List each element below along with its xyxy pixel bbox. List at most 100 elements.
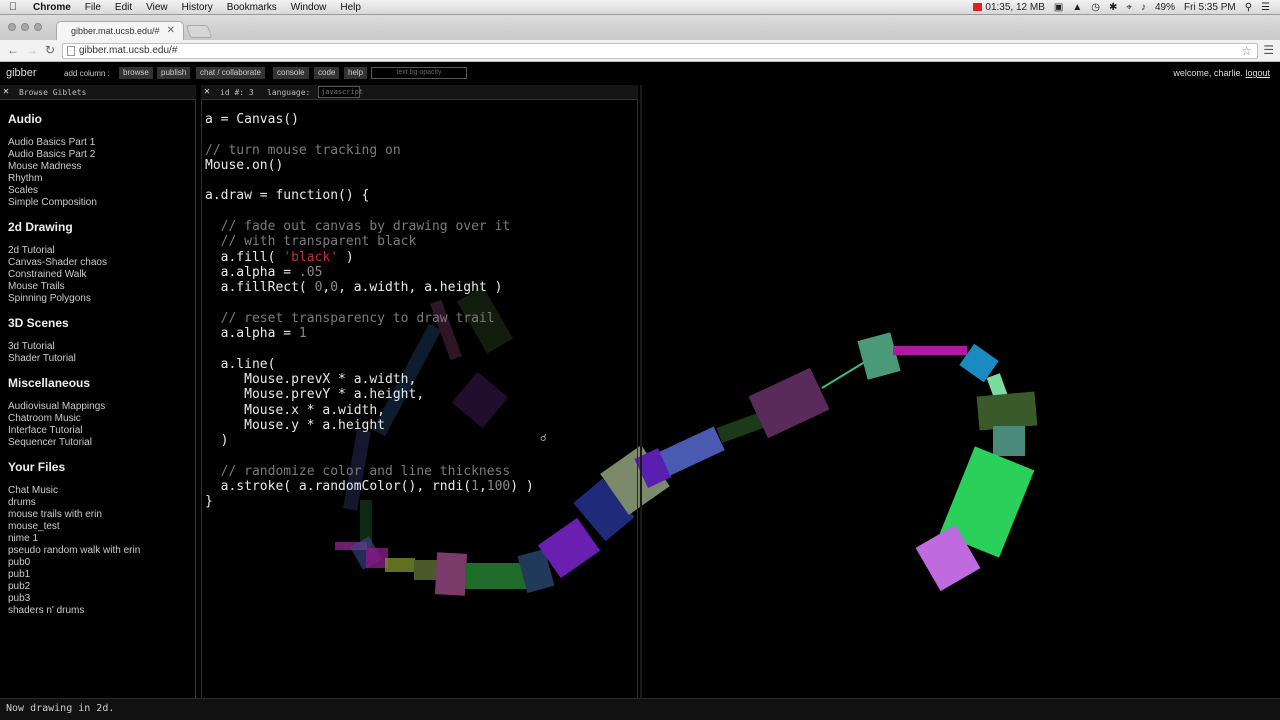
address-bar[interactable]: gibber.mat.ucsb.edu/# ☆ [62, 43, 1258, 59]
code-line[interactable]: // with transparent black [205, 234, 534, 249]
menu-file[interactable]: File [78, 2, 108, 13]
code-token: a.stroke( a.randomColor(), rndi( [205, 479, 472, 495]
code-line[interactable]: Mouse.y * a.height [205, 418, 534, 433]
code-button[interactable]: code [314, 67, 340, 79]
apple-icon[interactable]:  [0, 1, 26, 13]
close-editor-column-icon[interactable]: ✕ [204, 86, 210, 97]
code-token: // turn mouse tracking on [205, 142, 401, 158]
new-tab-button[interactable] [185, 25, 213, 38]
code-line[interactable]: a.fill( 'black' ) [205, 250, 534, 265]
code-token: a.draw = function() { [205, 188, 370, 204]
code-token: 1 [298, 326, 307, 342]
time-machine-icon[interactable]: ◷ [1091, 2, 1100, 13]
recording-status[interactable]: 01:35, 12 MB [973, 2, 1045, 13]
chat-collaborate-button[interactable]: chat / collaborate [196, 67, 265, 79]
code-line[interactable]: // turn mouse tracking on [205, 143, 534, 158]
publish-button[interactable]: publish [157, 67, 191, 79]
browse-button[interactable]: browse [119, 67, 153, 79]
code-token: } [205, 494, 213, 510]
menu-history[interactable]: History [175, 2, 220, 13]
code-line[interactable]: Mouse.prevY * a.height, [205, 387, 534, 402]
back-icon[interactable]: ← [7, 43, 19, 57]
code-line[interactable]: // fade out canvas by drawing over it [205, 219, 534, 234]
macos-menu-bar:  Chrome File Edit View History Bookmark… [0, 0, 1280, 15]
page-icon [67, 46, 75, 56]
battery-percent[interactable]: 49% [1155, 2, 1175, 13]
url-text: gibber.mat.ucsb.edu/# [79, 45, 178, 56]
code-line[interactable]: ) [205, 433, 534, 448]
code-content[interactable]: a = Canvas()// turn mouse tracking on Mou… [205, 112, 534, 510]
code-line[interactable]: a = Canvas() [205, 112, 534, 127]
code-token: a.fill( [205, 249, 284, 265]
code-line[interactable] [205, 296, 534, 311]
window-controls [8, 23, 42, 31]
notification-center-icon[interactable]: ☰ [1261, 2, 1270, 13]
tab-title: gibber.mat.ucsb.edu/# [71, 26, 160, 36]
help-button[interactable]: help [344, 67, 368, 79]
tab-close-icon[interactable]: ✕ [167, 25, 175, 36]
console-button[interactable]: console [273, 67, 309, 79]
wifi-icon[interactable]: ⌖ [1126, 2, 1132, 13]
reload-icon[interactable]: ↻ [45, 43, 55, 57]
menu-edit[interactable]: Edit [108, 2, 139, 13]
language-select[interactable]: javascript [318, 86, 363, 98]
code-token: Mouse.x * a.width, [205, 402, 386, 418]
airplay-icon[interactable]: ▲ [1072, 2, 1082, 13]
code-line[interactable]: a.alpha = 1 [205, 326, 534, 341]
trail-segment [821, 359, 869, 389]
code-line[interactable] [205, 173, 534, 188]
code-editor[interactable]: a = Canvas()// turn mouse tracking on Mou… [201, 100, 638, 698]
menu-app-name[interactable]: Chrome [26, 2, 78, 13]
status-bar: Now drawing in 2d. [0, 698, 1280, 720]
code-line[interactable]: a.alpha = .05 [205, 265, 534, 280]
code-line[interactable]: a.draw = function() { [205, 188, 534, 203]
chrome-menu-icon[interactable]: ☰ [1263, 43, 1274, 57]
text-bg-opacity-input[interactable]: text bg opacity [371, 67, 467, 79]
menu-bookmarks[interactable]: Bookmarks [220, 2, 284, 13]
status-menus: 01:35, 12 MB ▣ ▲ ◷ ✱ ⌖ ♪ 49% Fri 5:35 PM… [973, 2, 1280, 13]
menu-window[interactable]: Window [284, 2, 334, 13]
code-token: , [478, 479, 487, 495]
code-token: a = Canvas() [205, 112, 299, 127]
welcome-message: welcome, charlie. logout [1173, 68, 1270, 78]
zoom-window-button[interactable] [34, 23, 42, 31]
code-line[interactable]: } [205, 494, 534, 509]
code-line[interactable] [205, 449, 534, 464]
menu-view[interactable]: View [139, 2, 175, 13]
code-line[interactable]: Mouse.on() [205, 158, 534, 173]
minimize-window-button[interactable] [21, 23, 29, 31]
code-line[interactable]: // reset transparency to draw trail [205, 311, 534, 326]
volume-icon[interactable]: ♪ [1141, 2, 1146, 13]
code-line[interactable] [205, 341, 534, 356]
gibber-logo: gibber [6, 67, 37, 79]
code-token: .05 [298, 264, 323, 280]
trail-segment [857, 332, 901, 380]
menu-help[interactable]: Help [333, 2, 368, 13]
gibber-header: gibber add column : browse publish chat … [0, 63, 1280, 84]
browser-tab[interactable]: gibber.mat.ucsb.edu/# ✕ [56, 21, 184, 40]
code-token: Mouse.prevX * a.width, [205, 372, 417, 388]
code-line[interactable]: // randomize color and line thickness [205, 464, 534, 479]
logout-link[interactable]: logout [1245, 68, 1270, 78]
code-line[interactable]: a.fillRect( 0,0, a.width, a.height ) [205, 280, 534, 295]
column-divider[interactable] [640, 85, 642, 698]
code-line[interactable]: a.line( [205, 357, 534, 372]
close-window-button[interactable] [8, 23, 16, 31]
trail-segment [893, 346, 967, 355]
trail-segment [976, 391, 1038, 431]
bluetooth-icon[interactable]: ✱ [1109, 2, 1117, 13]
code-token: ) [205, 433, 229, 449]
code-line[interactable]: Mouse.x * a.width, [205, 403, 534, 418]
spotlight-icon[interactable]: ⚲ [1245, 2, 1252, 13]
code-line[interactable]: Mouse.prevX * a.width, [205, 372, 534, 387]
code-line[interactable] [205, 204, 534, 219]
code-token: Mouse.y * a.height [205, 417, 386, 433]
code-token: ) [338, 249, 354, 265]
clock[interactable]: Fri 5:35 PM [1184, 2, 1236, 13]
code-token: a.fillRect( [205, 280, 315, 296]
display-icon[interactable]: ▣ [1054, 2, 1063, 13]
code-line[interactable] [205, 127, 534, 142]
bookmark-star-icon[interactable]: ☆ [1241, 44, 1252, 58]
code-line[interactable]: a.stroke( a.randomColor(), rndi(1,100) ) [205, 479, 534, 494]
forward-icon[interactable]: → [26, 43, 38, 57]
